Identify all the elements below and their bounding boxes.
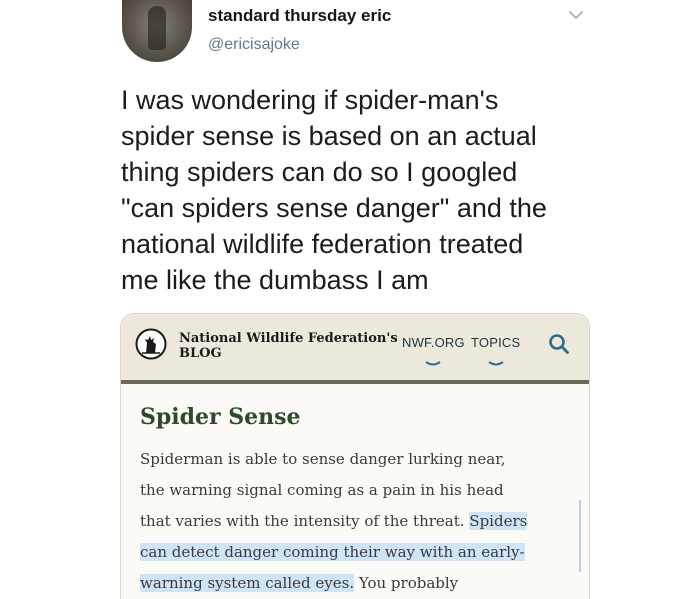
nav-nwf-org[interactable]: NWF.ORG: [402, 335, 465, 366]
tweet-line: spider sense is based on an actual: [121, 121, 537, 151]
brand-blog: BLOG: [179, 346, 222, 361]
highlighted-text[interactable]: can detect danger coming their way with …: [140, 543, 525, 561]
article-line: the warning signal coming as a pain in h…: [140, 481, 504, 499]
user-handle[interactable]: @ericisajoke: [208, 36, 300, 54]
article-line: that varies with the intensity of the th…: [140, 506, 580, 537]
article-title: Spider Sense: [140, 404, 301, 430]
article-text: that varies with the intensity of the th…: [140, 512, 470, 530]
tweet-line: thing spiders can do so I googled: [121, 157, 518, 187]
nav-topics-label: TOPICS: [471, 335, 521, 350]
tweet-line: me like the dumbass I am: [121, 265, 429, 295]
nav-nwf-org-label: NWF.ORG: [402, 335, 465, 350]
display-name[interactable]: standard thursday eric: [208, 6, 391, 26]
tweet-line: national wildlife federation treated: [121, 229, 524, 259]
avatar[interactable]: [122, 0, 192, 62]
blog-brand[interactable]: National Wildlife Federation's BLOG: [179, 331, 398, 361]
chevron-down-icon: [488, 361, 504, 366]
tweet-line: "can spiders sense danger" and the: [121, 193, 547, 223]
deer-logo-icon[interactable]: [135, 328, 167, 360]
nwf-blog-header: National Wildlife Federation's BLOG NWF.…: [121, 314, 589, 384]
avatar-figure: [148, 6, 166, 50]
article-line: can detect danger coming their way with …: [140, 537, 580, 568]
chevron-down-icon: [425, 361, 441, 366]
article-body: Spiderman is able to sense danger lurkin…: [140, 444, 580, 599]
search-icon[interactable]: [548, 333, 570, 355]
article-line: warning system called eyes. You probably: [140, 568, 580, 599]
nav-topics[interactable]: TOPICS: [471, 335, 521, 366]
highlighted-text[interactable]: warning system called eyes.: [140, 574, 355, 592]
article-line: Spiderman is able to sense danger lurkin…: [140, 450, 506, 468]
highlighted-text[interactable]: Spiders: [469, 512, 528, 530]
article-text: You probably: [354, 574, 459, 592]
brand-name: National Wildlife Federation's: [179, 331, 398, 346]
embedded-screenshot: National Wildlife Federation's BLOG NWF.…: [120, 313, 590, 599]
selection-handle[interactable]: [579, 500, 581, 572]
tweet-line: I was wondering if spider-man's: [121, 85, 499, 115]
chevron-down-icon[interactable]: [566, 8, 586, 22]
tweet-text: I was wondering if spider-man's spider s…: [121, 82, 601, 298]
